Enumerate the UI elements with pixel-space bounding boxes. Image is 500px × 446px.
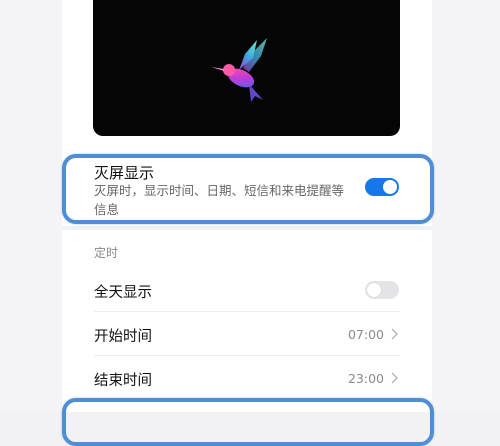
timer-section-label: 定时	[94, 246, 119, 260]
all-day-display-row[interactable]: 全天显示	[62, 268, 432, 312]
all-day-display-toggle[interactable]	[365, 281, 399, 299]
aod-title: 灭屏显示	[94, 164, 155, 182]
end-time-row[interactable]: 结束时间 23:00	[62, 356, 432, 400]
chevron-right-icon	[391, 372, 398, 384]
toggle-knob	[383, 180, 397, 194]
end-time-label: 结束时间	[94, 373, 152, 389]
aod-preview	[93, 0, 400, 136]
all-day-display-label: 全天显示	[94, 285, 152, 301]
start-time-label: 开始时间	[94, 329, 152, 345]
aod-setting-row[interactable]: 灭屏显示 灭屏时，显示时间、日期、短信和来电提醒等信息	[62, 150, 432, 222]
chevron-right-icon	[391, 328, 398, 340]
hummingbird-icon	[211, 38, 267, 102]
end-time-value: 23:00	[347, 371, 384, 386]
background-left	[0, 0, 62, 412]
settings-screen: 灭屏显示 灭屏时，显示时间、日期、短信和来电提醒等信息 定时 全天显示 开始时间…	[62, 0, 432, 412]
start-time-value: 07:00	[347, 327, 384, 342]
aod-description: 灭屏时，显示时间、日期、短信和来电提醒等信息	[94, 183, 345, 217]
aod-toggle[interactable]	[365, 178, 399, 196]
background-right	[432, 0, 500, 412]
toggle-knob	[367, 283, 381, 297]
section-separator	[62, 226, 432, 230]
start-time-row[interactable]: 开始时间 07:00	[62, 312, 432, 356]
